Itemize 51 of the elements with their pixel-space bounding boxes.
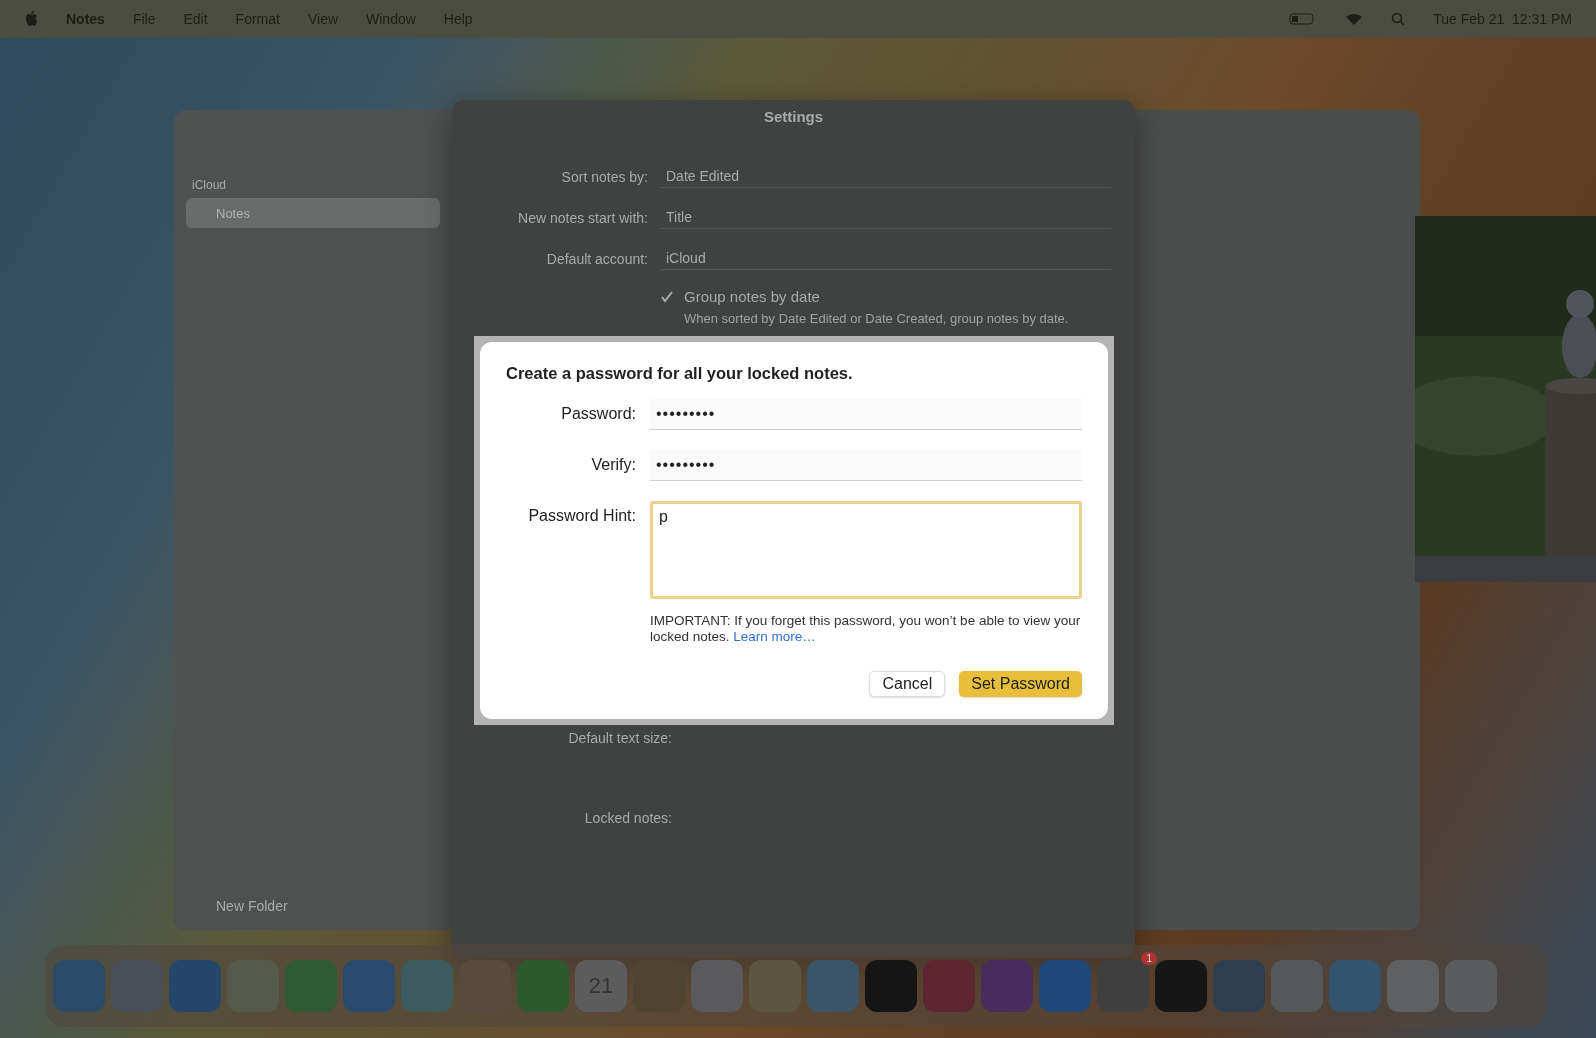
setting-label: Sort notes by: — [560, 168, 648, 185]
folder-item[interactable]: Notes — [186, 198, 440, 228]
field-label: Password: — [560, 404, 636, 423]
select-field[interactable]: iCloud — [660, 247, 1111, 270]
select-field[interactable]: Date Edited — [660, 165, 1111, 188]
setting-note: When sorted by Date Edited or Date Created, group notes by date. — [683, 311, 1070, 326]
field-label: Password Hint: — [527, 506, 636, 525]
field-label: Verify: — [590, 455, 636, 474]
hint-field[interactable]: p — [650, 501, 1082, 599]
learn-more-link[interactable]: Learn more… — [733, 629, 816, 644]
dialog-title: Create a password for all your locked notes. — [506, 364, 854, 383]
app-icon[interactable] — [923, 960, 975, 1012]
app-icon[interactable] — [111, 960, 163, 1012]
app-icon[interactable] — [1097, 960, 1149, 1012]
app-icon[interactable] — [981, 960, 1033, 1012]
app-icon[interactable] — [343, 960, 395, 1012]
apple-icon[interactable] — [24, 11, 38, 27]
app-icon[interactable] — [53, 960, 105, 1012]
set-password-button[interactable]: Set Password — [959, 671, 1082, 697]
notification-badge: 1 — [1141, 952, 1157, 965]
wifi-icon[interactable] — [1345, 12, 1364, 26]
password-field[interactable]: ••••••••• — [650, 450, 1082, 481]
password-field[interactable]: ••••••••• — [650, 399, 1082, 430]
checkbox-label: Group notes by date — [684, 288, 820, 305]
setting-label: Default text size: — [568, 730, 672, 746]
setting-label: Locked notes: — [584, 810, 672, 826]
app-icon[interactable] — [1329, 960, 1381, 1012]
app-icon[interactable] — [749, 960, 801, 1012]
app-icon[interactable] — [517, 960, 569, 1012]
app-icon[interactable] — [807, 960, 859, 1012]
cancel-button[interactable]: Cancel — [869, 671, 946, 697]
app-icon[interactable] — [691, 960, 743, 1012]
window-title: Settings — [762, 107, 825, 125]
section-title: iCloud — [191, 178, 228, 194]
new-folder-button[interactable]: New Folder — [186, 898, 288, 914]
app-icon[interactable] — [1155, 960, 1207, 1012]
app-icon[interactable] — [865, 960, 917, 1012]
app-icon[interactable] — [1271, 960, 1323, 1012]
setting-label: Default account: — [545, 250, 648, 267]
search-icon[interactable] — [1391, 12, 1406, 26]
app-icon[interactable] — [1213, 960, 1265, 1012]
app-icon[interactable] — [1039, 960, 1091, 1012]
app-icon[interactable] — [285, 960, 337, 1012]
app-icon[interactable] — [1445, 960, 1497, 1012]
app-icon[interactable] — [169, 960, 221, 1012]
important-notice: IMPORTANT: If you forget this password, you won’t be able to view your locked notes. Learn more… — [650, 613, 1082, 645]
select-field[interactable]: Title — [660, 206, 1111, 229]
app-icon[interactable] — [1387, 960, 1439, 1012]
checkmark-icon[interactable] — [660, 289, 674, 304]
setting-label: New notes start with: — [517, 209, 648, 226]
app-icon[interactable] — [401, 960, 453, 1012]
